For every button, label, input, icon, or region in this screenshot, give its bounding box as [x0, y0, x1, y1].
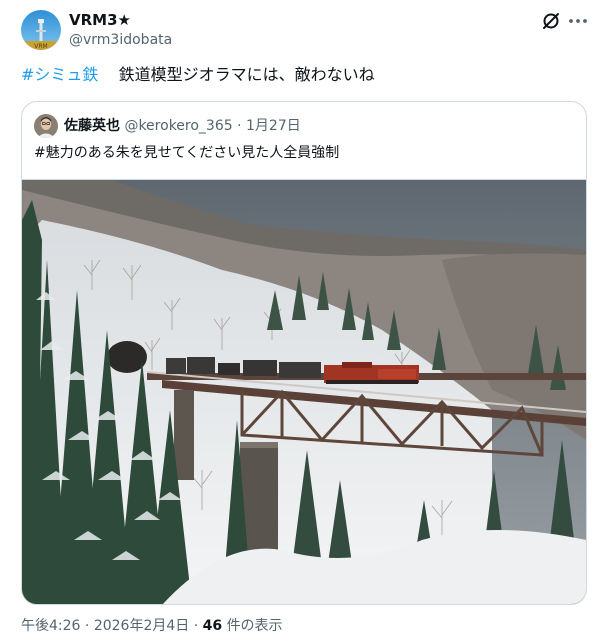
post-date-link[interactable]: 2026年2月4日 — [94, 618, 189, 634]
quoted-separator: · — [237, 118, 242, 134]
quoted-meta: 佐藤英也 @kerokero_365 · 1月27日 — [64, 115, 301, 137]
footer-separator: · — [84, 618, 90, 634]
quoted-text: #魅力のある朱を見せてください見た人全員強制 — [34, 145, 340, 161]
author-info: VRM3★ @vrm3idobata — [69, 10, 172, 50]
post-text: #シミュ鉄 鉄道模型ジオラマには、敵わないね — [21, 64, 375, 86]
author-handle[interactable]: @vrm3idobata — [69, 30, 172, 50]
quoted-image[interactable] — [22, 179, 586, 604]
tower-logo-icon: VRM — [21, 10, 61, 50]
post-body: 鉄道模型ジオラマには、敵わないね — [118, 65, 375, 84]
post-time-link[interactable]: 午後4:26 — [21, 618, 80, 634]
post-hashtag-link[interactable]: #シミュ鉄 — [21, 65, 98, 84]
quoted-date[interactable]: 1月27日 — [246, 118, 301, 134]
views-label: 件の表示 — [226, 618, 283, 634]
tweet: VRM VRM3★ @vrm3idobata #シミュ鉄 鉄道模型ジオラマには、… — [0, 0, 599, 641]
quoted-author-name[interactable]: 佐藤英也 — [64, 118, 120, 134]
post-footer: 午後4:26 · 2026年2月4日 · 46 件の表示 — [21, 616, 283, 636]
more-options-icon[interactable] — [566, 10, 590, 32]
person-portrait-icon — [34, 114, 58, 138]
quoted-author-handle[interactable]: @kerokero_365 — [124, 118, 232, 134]
snowy-railway-diorama-photo — [22, 180, 586, 604]
svg-text:VRM: VRM — [34, 43, 47, 50]
footer-separator-2: · — [193, 618, 199, 634]
quoted-author-avatar[interactable] — [34, 114, 58, 138]
author-name[interactable]: VRM3★ — [69, 10, 172, 30]
views-count: 46 — [202, 618, 223, 634]
quoted-post[interactable]: 佐藤英也 @kerokero_365 · 1月27日 #魅力のある朱を見せてくだ… — [21, 101, 587, 605]
grok-icon[interactable] — [540, 10, 562, 32]
author-avatar[interactable]: VRM — [21, 10, 61, 50]
